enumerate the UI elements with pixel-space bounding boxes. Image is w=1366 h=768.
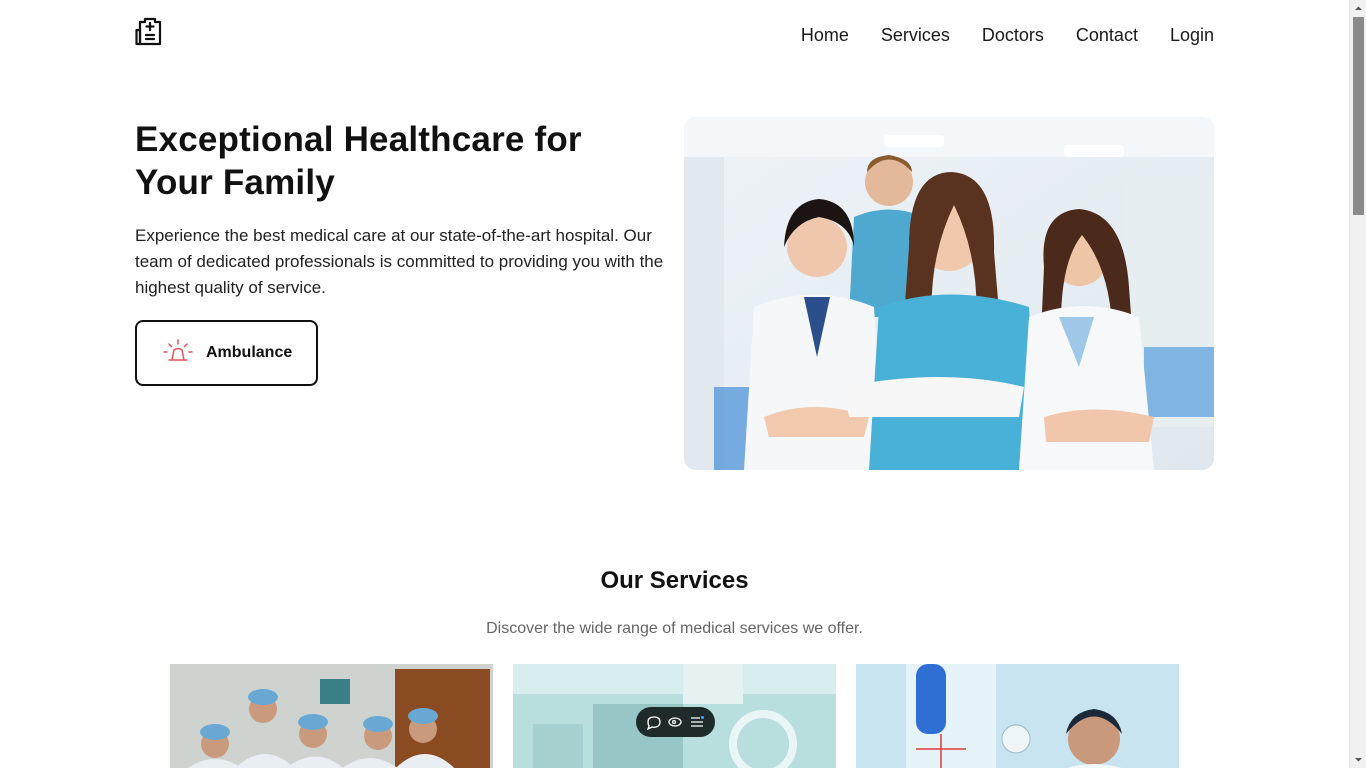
nav-doctors[interactable]: Doctors xyxy=(982,24,1044,46)
ambulance-button[interactable]: Ambulance xyxy=(135,320,318,386)
nav-login[interactable]: Login xyxy=(1170,24,1214,46)
hero-title: Exceptional Healthcare for Your Family xyxy=(135,120,582,202)
scroll-down-arrow-icon[interactable] xyxy=(1350,751,1366,768)
eye-icon[interactable] xyxy=(667,714,683,730)
floating-toolbar xyxy=(636,707,715,737)
page: Home Services Doctors Contact Login Exce… xyxy=(0,0,1349,768)
services-subtitle: Discover the wide range of medical servi… xyxy=(486,620,863,637)
service-image-xray[interactable] xyxy=(856,664,1179,768)
nav-contact[interactable]: Contact xyxy=(1076,24,1138,46)
ambulance-button-label: Ambulance xyxy=(206,344,293,361)
services-title: Our Services xyxy=(600,567,749,594)
nav-services[interactable]: Services xyxy=(881,24,950,46)
list-icon[interactable] xyxy=(689,714,705,730)
hospital-logo-icon[interactable] xyxy=(135,16,165,46)
comment-icon[interactable] xyxy=(646,714,662,731)
nav-home[interactable]: Home xyxy=(801,24,849,46)
scroll-up-arrow-icon[interactable] xyxy=(1350,0,1366,17)
siren-icon xyxy=(162,338,194,369)
main-nav: Home Services Doctors Contact Login xyxy=(801,24,1214,46)
scrollbar-thumb[interactable] xyxy=(1353,17,1364,215)
hero-staff-image xyxy=(684,117,1214,470)
vertical-scrollbar[interactable] xyxy=(1349,0,1366,768)
hero-description: Experience the best medical care at our … xyxy=(135,226,664,297)
service-image-surgeons[interactable] xyxy=(170,664,493,768)
